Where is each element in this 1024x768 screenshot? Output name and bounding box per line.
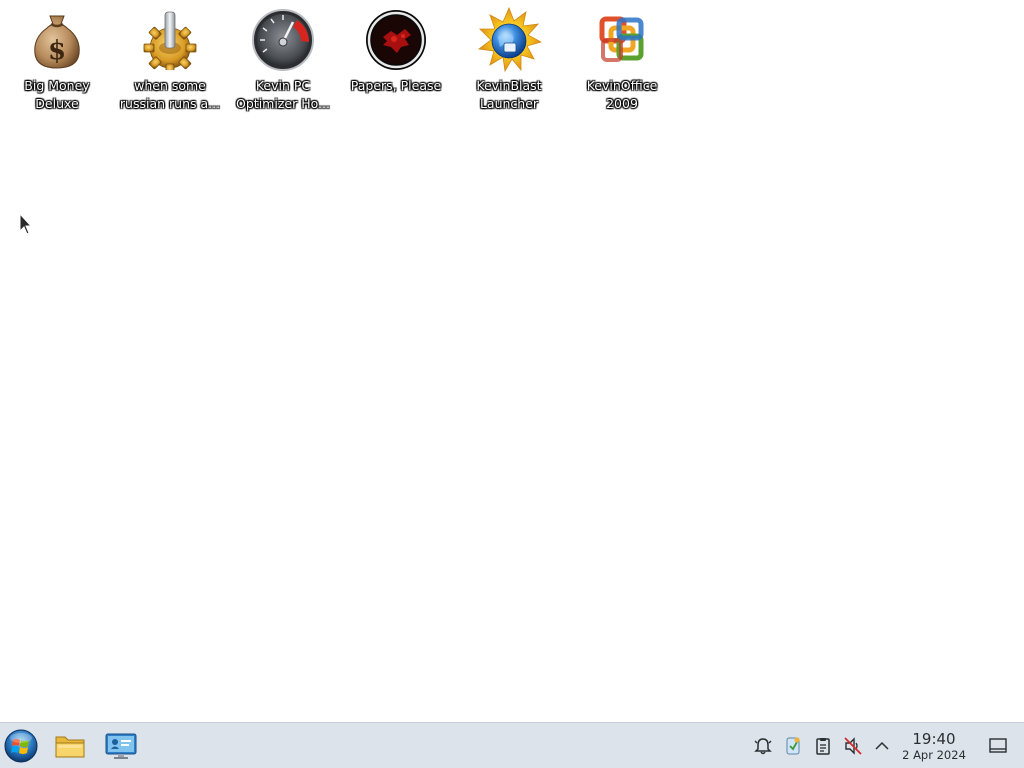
mouse-pointer-icon xyxy=(19,212,33,239)
desktop-icon-label: Kevin PC Optimizer Ho... xyxy=(236,78,330,111)
start-orb-icon xyxy=(4,729,38,763)
desktop-icon-big-money-deluxe[interactable]: $ Big Money Deluxe xyxy=(5,6,109,113)
money-bag-icon: $ xyxy=(23,6,91,74)
show-desktop-button[interactable] xyxy=(988,736,1008,756)
desktop-icon-label: KevinOffice 2009 xyxy=(586,78,658,111)
speedometer-icon xyxy=(249,6,317,74)
taskbar-system-monitor[interactable] xyxy=(104,729,138,763)
office-logo-icon xyxy=(588,6,656,74)
desktop-icon-label: Big Money Deluxe xyxy=(24,78,90,111)
show-desktop-icon xyxy=(989,738,1007,753)
taskbar-file-manager[interactable] xyxy=(53,729,87,763)
desktop-icon-kevinblast-launcher[interactable]: KevinBlast Launcher xyxy=(457,6,561,113)
desktop-icon-papers-please[interactable]: Papers, Please xyxy=(344,6,448,95)
clock[interactable]: 19:40 2 Apr 2024 xyxy=(896,730,972,763)
volume-button[interactable] xyxy=(843,736,863,756)
monitor-icon xyxy=(105,733,137,759)
taskbar: 19:40 2 Apr 2024 xyxy=(0,722,1024,768)
folder-icon xyxy=(55,736,85,758)
desktop-icon-label: Papers, Please xyxy=(350,78,442,93)
red-emblem-icon xyxy=(362,6,430,74)
desktop-icon-kevinoffice-2009[interactable]: KevinOffice 2009 xyxy=(570,6,674,113)
svg-text:$: $ xyxy=(48,36,66,66)
muted-volume-icon xyxy=(844,737,862,755)
clipboard-icon xyxy=(816,738,830,755)
globe-burst-icon xyxy=(475,6,543,74)
show-hidden-tray-button[interactable] xyxy=(872,736,892,756)
desktop-icon-kevin-pc-optimizer[interactable]: Kevin PC Optimizer Ho... xyxy=(231,6,335,113)
desktop-icon-label: KevinBlast Launcher xyxy=(476,78,542,111)
clock-date: 2 Apr 2024 xyxy=(902,748,966,762)
chevron-up-icon xyxy=(875,741,889,750)
updates-button[interactable] xyxy=(783,736,803,756)
notification-bell-icon xyxy=(754,738,772,755)
clock-time: 19:40 xyxy=(912,730,956,748)
updates-icon xyxy=(786,737,800,755)
start-button[interactable] xyxy=(4,729,38,763)
clipboard-button[interactable] xyxy=(813,736,833,756)
desktop: $ Big Money Deluxe when some russian run… xyxy=(0,0,1024,722)
gear-icon xyxy=(136,6,204,74)
desktop-icon-russian[interactable]: when some russian runs a... xyxy=(118,6,222,113)
notifications-button[interactable] xyxy=(753,736,773,756)
desktop-icon-label: when some russian runs a... xyxy=(119,78,221,111)
